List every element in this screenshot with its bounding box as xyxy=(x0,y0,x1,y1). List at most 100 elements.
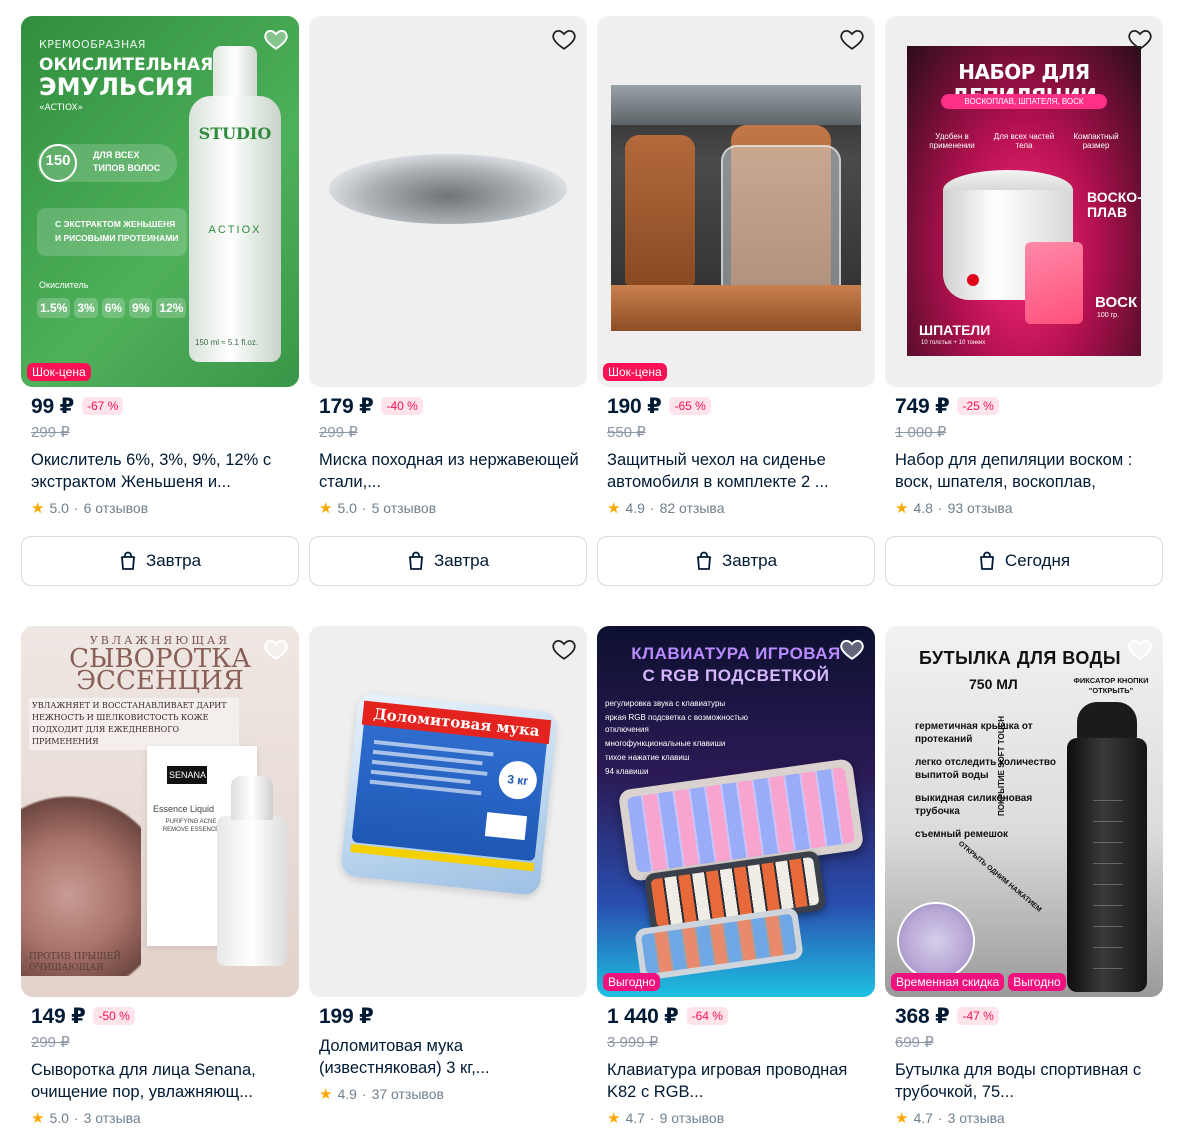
product-image[interactable]: КЛАВИАТУРА ИГРОВАЯ С RGB ПОДСВЕТКОЙ регу… xyxy=(597,626,875,997)
image-caption: КЛАВИАТУРА ИГРОВАЯ xyxy=(631,644,841,663)
product-card[interactable]: КРЕМООБРАЗНАЯ ОКИСЛИТЕЛЬНАЯ ЭМУЛЬСИЯ «AC… xyxy=(21,16,299,626)
discount-badge: -67 % xyxy=(82,397,124,415)
image-caption: ВОСК xyxy=(1095,294,1138,311)
old-price: 1 000 ₽ xyxy=(895,424,947,441)
rating-value: 5.0 xyxy=(49,1110,69,1126)
percent-chip: 12% xyxy=(156,298,187,318)
product-title[interactable]: Набор для депиляции воском : воск, шпате… xyxy=(885,449,1163,493)
bag-icon xyxy=(409,551,423,570)
rating-value: 5.0 xyxy=(49,500,69,516)
image-caption: «ACTIOX» xyxy=(39,103,84,113)
favorite-button[interactable] xyxy=(839,636,865,662)
star-icon: ★ xyxy=(607,1110,621,1127)
discount-badge: -40 % xyxy=(381,397,423,415)
promo-tag: Выгодно xyxy=(1008,973,1066,991)
discount-badge: -64 % xyxy=(686,1007,728,1025)
delivery-button[interactable]: Сегодня xyxy=(885,536,1163,586)
bottle-graphic: STUDIO ACTIOX 150 ml ≈ 5.1 fl.oz. xyxy=(189,46,281,362)
percent-chip: 6% xyxy=(101,298,126,318)
bag-icon xyxy=(980,551,994,570)
delivery-button[interactable]: Завтра xyxy=(597,536,875,586)
rating: ★ 5.0 · 5 отзывов xyxy=(319,500,437,517)
image-caption: ФИКСАТОР КНОПКИ "ОТКРЫТЬ" xyxy=(1073,676,1149,695)
heart-icon xyxy=(264,29,288,50)
percent-chip: 9% xyxy=(129,298,153,318)
product-image[interactable] xyxy=(309,16,587,387)
product-title[interactable]: Клавиатура игровая проводная K82 с RGB..… xyxy=(597,1059,875,1103)
product-card[interactable]: Доломитовая мука 3 кг 199 ₽ Доломитовая … xyxy=(309,626,587,1146)
rating: ★ 4.7 · 3 отзыва xyxy=(895,1110,1005,1127)
heart-icon xyxy=(840,30,864,50)
image-caption: ДЛЯ ВСЕХ ТИПОВ ВОЛОС xyxy=(93,150,161,173)
product-card[interactable]: НАБОР ДЛЯ ДЕПИЛЯЦИИ ВОСКОПЛАВ, ШПАТЕЛЯ, … xyxy=(885,16,1163,626)
heart-icon xyxy=(1128,639,1152,660)
feature-bullet: легко отследить количество выпитой воды xyxy=(915,757,1057,781)
favorite-button[interactable] xyxy=(551,636,577,662)
image-caption: ВОСКОПЛАВ, ШПАТЕЛЯ, ВОСК xyxy=(941,94,1107,109)
product-card[interactable]: БУТЫЛКА ДЛЯ ВОДЫ 750 МЛ ФИКСАТОР КНОПКИ … xyxy=(885,626,1163,1146)
promo-tag: Временная скидка xyxy=(891,973,1005,991)
product-title[interactable]: Миска походная из нержавеющей стали,... xyxy=(309,449,587,493)
product-grid-row-1: КРЕМООБРАЗНАЯ ОКИСЛИТЕЛЬНАЯ ЭМУЛЬСИЯ «AC… xyxy=(21,16,1163,626)
rating: ★ 4.7 · 9 отзывов xyxy=(607,1110,725,1127)
product-grid-row-2: УВЛАЖНЯЮЩАЯ СЫВОРОТКА ЭССЕНЦИЯ УВЛАЖНЯЕТ… xyxy=(21,626,1163,1146)
image-caption: ПОКРЫТИЕ SOFT TOUCH xyxy=(997,715,1006,816)
bowl-graphic xyxy=(329,154,567,280)
product-image[interactable]: УВЛАЖНЯЮЩАЯ СЫВОРОТКА ЭССЕНЦИЯ УВЛАЖНЯЕТ… xyxy=(21,626,299,997)
product-card[interactable]: Шок-цена 190 ₽ -65 % 550 ₽ Защитный чехо… xyxy=(597,16,875,626)
old-price: 299 ₽ xyxy=(319,424,358,441)
delivery-button[interactable]: Завтра xyxy=(309,536,587,586)
image-caption: КРЕМООБРАЗНАЯ xyxy=(39,38,146,51)
price: 1 440 ₽ xyxy=(607,1004,679,1028)
feature-bullet: герметичная крышка от протеканий xyxy=(915,721,1033,745)
favorite-button[interactable] xyxy=(551,26,577,52)
product-card[interactable]: УВЛАЖНЯЮЩАЯ СЫВОРОТКА ЭССЕНЦИЯ УВЛАЖНЯЕТ… xyxy=(21,626,299,1146)
product-card[interactable]: КЛАВИАТУРА ИГРОВАЯ С RGB ПОДСВЕТКОЙ регу… xyxy=(597,626,875,1146)
flour-bag-graphic: Доломитовая мука 3 кг xyxy=(339,692,559,896)
image-caption: ОКИСЛИТЕЛЬНАЯ xyxy=(39,55,214,75)
price: 99 ₽ xyxy=(31,394,75,418)
wax-set-poster: НАБОР ДЛЯ ДЕПИЛЯЦИИ ВОСКОПЛАВ, ШПАТЕЛЯ, … xyxy=(907,46,1141,356)
product-image[interactable]: КРЕМООБРАЗНАЯ ОКИСЛИТЕЛЬНАЯ ЭМУЛЬСИЯ «AC… xyxy=(21,16,299,387)
product-card[interactable]: 179 ₽ -40 % 299 ₽ Миска походная из нерж… xyxy=(309,16,587,626)
favorite-button[interactable] xyxy=(263,26,289,52)
rating: ★ 4.9 · 82 отзыва xyxy=(607,500,725,517)
delivery-button[interactable]: Завтра xyxy=(21,536,299,586)
product-image[interactable]: БУТЫЛКА ДЛЯ ВОДЫ 750 МЛ ФИКСАТОР КНОПКИ … xyxy=(885,626,1163,997)
product-title[interactable]: Бутылка для воды спортивная с трубочкой,… xyxy=(885,1059,1163,1103)
delivery-label: Сегодня xyxy=(1004,551,1071,570)
star-icon: ★ xyxy=(319,500,333,517)
image-caption: БУТЫЛКА ДЛЯ ВОДЫ xyxy=(918,648,1122,668)
reviews-count[interactable]: 5 отзывов xyxy=(372,500,437,516)
reviews-count[interactable]: 3 отзыва xyxy=(84,1110,141,1126)
favorite-button[interactable] xyxy=(263,636,289,662)
image-caption: ЭМУЛЬСИЯ xyxy=(39,73,194,101)
old-price: 699 ₽ xyxy=(895,1034,934,1051)
product-title[interactable]: Защитный чехол на сиденье автомобиля в к… xyxy=(597,449,875,493)
reviews-count[interactable]: 9 отзывов xyxy=(660,1110,725,1126)
rating-value: 4.9 xyxy=(625,500,645,516)
product-title[interactable]: Окислитель 6%, 3%, 9%, 12% с экстрактом … xyxy=(21,449,299,493)
delivery-label: Завтра xyxy=(145,551,202,570)
heart-icon xyxy=(840,639,864,660)
product-title[interactable]: Доломитовая мука (известняковая) 3 кг,..… xyxy=(309,1035,587,1079)
product-image[interactable]: НАБОР ДЛЯ ДЕПИЛЯЦИИ ВОСКОПЛАВ, ШПАТЕЛЯ, … xyxy=(885,16,1163,387)
reviews-count[interactable]: 82 отзыва xyxy=(660,500,725,516)
price: 190 ₽ xyxy=(607,394,662,418)
reviews-count[interactable]: 3 отзыва xyxy=(948,1110,1005,1126)
star-icon: ★ xyxy=(895,1110,909,1127)
product-image[interactable]: Шок-цена xyxy=(597,16,875,387)
favorite-button[interactable] xyxy=(1127,636,1153,662)
favorite-button[interactable] xyxy=(1127,26,1153,52)
heart-icon xyxy=(552,640,576,660)
feature-bullet: выкидная силиконовая трубочка xyxy=(915,793,1033,817)
image-caption: ЭССЕНЦИЯ xyxy=(76,666,244,696)
product-image[interactable]: Доломитовая мука 3 кг xyxy=(309,626,587,997)
rating-value: 4.9 xyxy=(337,1086,357,1102)
old-price: 299 ₽ xyxy=(31,424,70,441)
reviews-count[interactable]: 37 отзывов xyxy=(372,1086,444,1102)
favorite-button[interactable] xyxy=(839,26,865,52)
reviews-count[interactable]: 6 отзывов xyxy=(84,500,149,516)
reviews-count[interactable]: 93 отзыва xyxy=(948,500,1013,516)
product-title[interactable]: Сыворотка для лица Senana, очищение пор,… xyxy=(21,1059,299,1103)
